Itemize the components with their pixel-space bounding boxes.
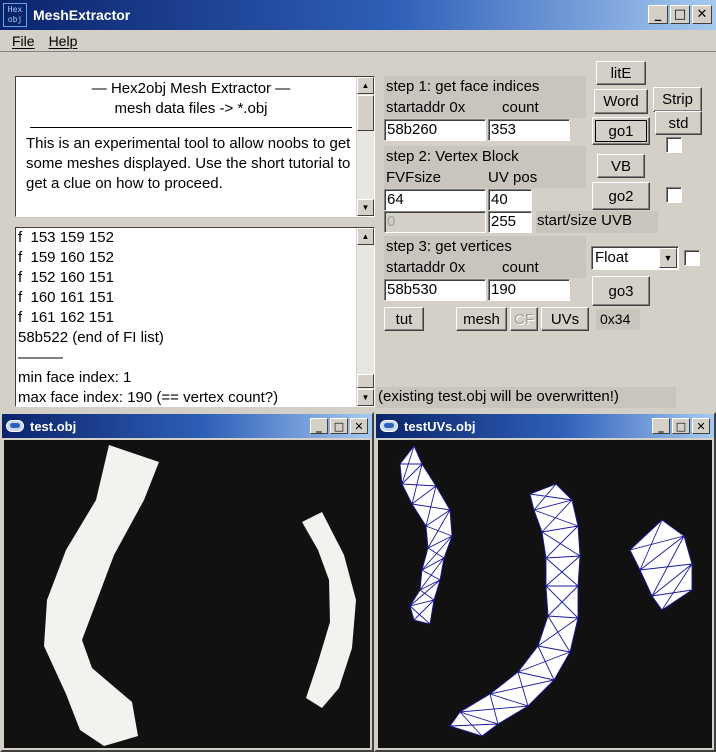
close-icon[interactable]: ✕ [692, 5, 712, 24]
scroll-up-icon[interactable]: ▲ [357, 77, 374, 94]
uvb-start-input[interactable]: 0 [384, 211, 486, 233]
step1-addr-input[interactable]: 58b260 [384, 119, 486, 141]
log-line: f 153 159 152 [18, 229, 114, 246]
uvb-size-input[interactable]: 255 [488, 211, 532, 233]
word-button[interactable]: Word [594, 89, 648, 114]
minimize-icon[interactable]: _ [310, 418, 328, 434]
log-scrollbar[interactable]: ▲ ▼ [356, 228, 374, 406]
chevron-down-icon[interactable]: ▼ [659, 248, 677, 268]
mesh-render [44, 445, 356, 746]
scroll-down-icon[interactable]: ▼ [357, 199, 374, 216]
step1-count-input[interactable]: 353 [488, 119, 570, 141]
step3-title: step 3: get vertices [386, 238, 512, 255]
info-subheading: mesh data files -> *.obj [114, 100, 268, 117]
log-line: f 159 160 152 [18, 249, 114, 266]
lite-button[interactable]: litE [596, 61, 646, 85]
close-icon[interactable]: ✕ [350, 418, 368, 434]
uv-view-title: testUVs.obj [404, 418, 476, 434]
mesh-viewport[interactable] [4, 440, 370, 748]
info-heading: — Hex2obj Mesh Extractor — [91, 80, 291, 97]
fvf-size-input[interactable]: 64 [384, 189, 486, 211]
log-text: f 153 159 152 f 159 160 152 f 152 160 151 f… [18, 228, 279, 406]
step2-title: step 2: Vertex Block [386, 148, 519, 165]
mesh-view-title-bar[interactable]: test.obj _ □ ✕ [2, 414, 372, 438]
std-button[interactable]: std [655, 111, 702, 135]
window-title: MeshExtractor [33, 7, 131, 23]
step3-count-input[interactable]: 190 [488, 279, 570, 301]
overwrite-warning: (existing test.obj will be overwritten!) [378, 388, 619, 405]
format-select-value: Float [595, 249, 629, 266]
uvb-label: start/size UVB [537, 212, 633, 229]
info-text: — Hex2obj Mesh Extractor — mesh data fil… [26, 79, 356, 194]
go3-button[interactable]: go3 [592, 276, 650, 306]
mesh-view-window[interactable]: test.obj _ □ ✕ [0, 412, 374, 752]
mesh-shape-left [44, 445, 159, 746]
uv-view-title-bar[interactable]: testUVs.obj _ □ ✕ [376, 414, 714, 438]
step3-addr-label: startaddr 0x [386, 259, 466, 276]
eye-icon [6, 420, 24, 432]
uv-viewport[interactable] [378, 440, 712, 748]
maximize-icon[interactable]: □ [330, 418, 348, 434]
log-line: ——— [18, 349, 63, 366]
log-line: f 152 160 151 [18, 269, 114, 286]
scroll-up-icon[interactable]: ▲ [357, 228, 374, 245]
minimize-icon[interactable]: _ [652, 418, 670, 434]
log-line: f 161 162 151 [18, 309, 114, 326]
eye-icon [380, 420, 398, 432]
go2-checkbox[interactable] [666, 187, 682, 203]
log-line: 58b522 (end of FI list) [18, 329, 164, 346]
info-scrollbar[interactable]: ▲ ▼ [356, 77, 374, 216]
cf-button[interactable]: CF [510, 307, 538, 331]
go1-button[interactable]: go1 [592, 117, 650, 145]
info-divider [30, 127, 352, 128]
step2-uv-label: UV pos [488, 169, 538, 186]
mesh-button[interactable]: mesh [456, 307, 507, 331]
mesh-view-title: test.obj [30, 418, 77, 434]
std-checkbox[interactable] [666, 137, 682, 153]
step1-count-label: count [502, 99, 539, 116]
info-description: This is an experimental tool to allow no… [26, 135, 351, 192]
vb-button[interactable]: VB [597, 154, 645, 178]
format-checkbox[interactable] [684, 250, 700, 266]
log-panel: f 153 159 152 f 159 160 152 f 152 160 151 f… [15, 227, 375, 407]
minimize-icon[interactable]: _ [648, 5, 668, 24]
menu-file[interactable]: File [12, 33, 35, 49]
uv-island-left [399, 445, 453, 625]
uv-pos-input[interactable]: 40 [488, 189, 532, 211]
stride-readout: 0x34 [600, 311, 631, 327]
step2-fvf-label: FVFsize [386, 169, 442, 186]
uv-island-middle [449, 483, 581, 737]
step1-title: step 1: get face indices [386, 78, 540, 95]
menu-help[interactable]: Help [49, 33, 78, 49]
uv-island-right [629, 519, 693, 611]
go2-button[interactable]: go2 [592, 182, 650, 210]
main-title-bar[interactable]: Hex obj MeshExtractor _ □ ✕ [0, 0, 716, 30]
mesh-shape-right [302, 512, 356, 708]
maximize-icon[interactable]: □ [670, 5, 690, 24]
uv-wireframe [399, 445, 693, 737]
step3-count-label: count [502, 259, 539, 276]
uvs-button[interactable]: UVs [541, 307, 589, 331]
strip-button[interactable]: Strip [653, 87, 702, 112]
step3-addr-input[interactable]: 58b530 [384, 279, 486, 301]
maximize-icon[interactable]: □ [672, 418, 690, 434]
tut-button[interactable]: tut [384, 307, 424, 331]
log-line: max face index: 190 (== vertex count?) [18, 389, 279, 406]
scroll-thumb[interactable] [357, 374, 374, 388]
app-icon: Hex obj [3, 3, 27, 27]
uv-view-window[interactable]: testUVs.obj _ □ ✕ [374, 412, 716, 752]
close-icon[interactable]: ✕ [692, 418, 710, 434]
format-select[interactable]: Float ▼ [591, 246, 679, 270]
log-line: f 160 161 151 [18, 289, 114, 306]
step1-addr-label: startaddr 0x [386, 99, 466, 116]
scroll-thumb[interactable] [357, 95, 374, 131]
log-line: min face index: 1 [18, 369, 132, 386]
menu-bar: File Help [0, 30, 716, 52]
info-panel: — Hex2obj Mesh Extractor — mesh data fil… [15, 76, 375, 217]
scroll-down-icon[interactable]: ▼ [357, 389, 374, 406]
